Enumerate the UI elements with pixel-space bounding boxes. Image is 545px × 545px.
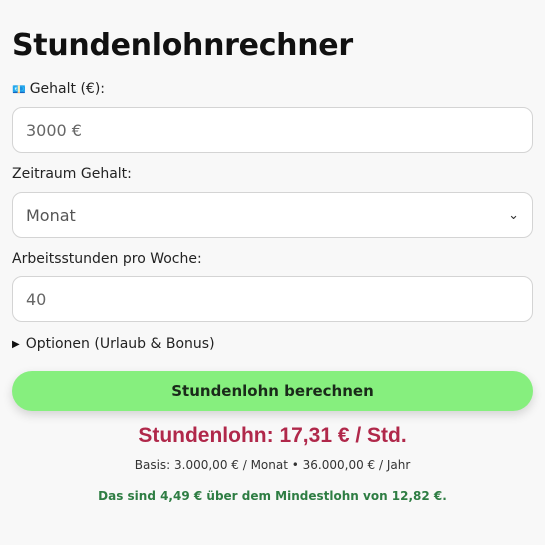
disclosure-triangle-icon: ▶ bbox=[12, 338, 20, 350]
hours-input[interactable]: 40 bbox=[12, 276, 533, 322]
options-toggle[interactable]: ▶ Optionen (Urlaub & Bonus) bbox=[12, 336, 215, 352]
calculate-button[interactable]: Stundenlohn berechnen bbox=[12, 371, 533, 411]
salary-input-placeholder: 3000 € bbox=[26, 120, 82, 140]
period-label: Zeitraum Gehalt: bbox=[12, 166, 132, 182]
page-title: Stundenlohnrechner bbox=[12, 28, 353, 63]
money-icon: 💶 bbox=[12, 83, 26, 96]
period-select[interactable]: Monat ⌄ bbox=[12, 192, 533, 238]
options-label: Optionen (Urlaub & Bonus) bbox=[25, 336, 215, 352]
min-wage-note: Das sind 4,49 € über dem Mindestlohn von… bbox=[98, 489, 447, 503]
hours-input-placeholder: 40 bbox=[26, 289, 47, 309]
basis-summary: Basis: 3.000,00 € / Monat • 36.000,00 € … bbox=[134, 458, 411, 472]
salary-input[interactable]: 3000 € bbox=[12, 107, 533, 153]
period-select-value: Monat bbox=[26, 205, 76, 225]
salary-label: 💶 Gehalt (€): bbox=[12, 81, 105, 97]
hours-label: Arbeitsstunden pro Woche: bbox=[12, 251, 202, 267]
salary-label-text: Gehalt (€): bbox=[29, 81, 105, 97]
calculator-form: Stundenlohnrechner 💶 Gehalt (€): 3000 € Z… bbox=[0, 0, 545, 545]
chevron-down-icon: ⌄ bbox=[508, 207, 519, 223]
hourly-wage-result: Stundenlohn: 17,31 € / Std. bbox=[138, 424, 407, 447]
